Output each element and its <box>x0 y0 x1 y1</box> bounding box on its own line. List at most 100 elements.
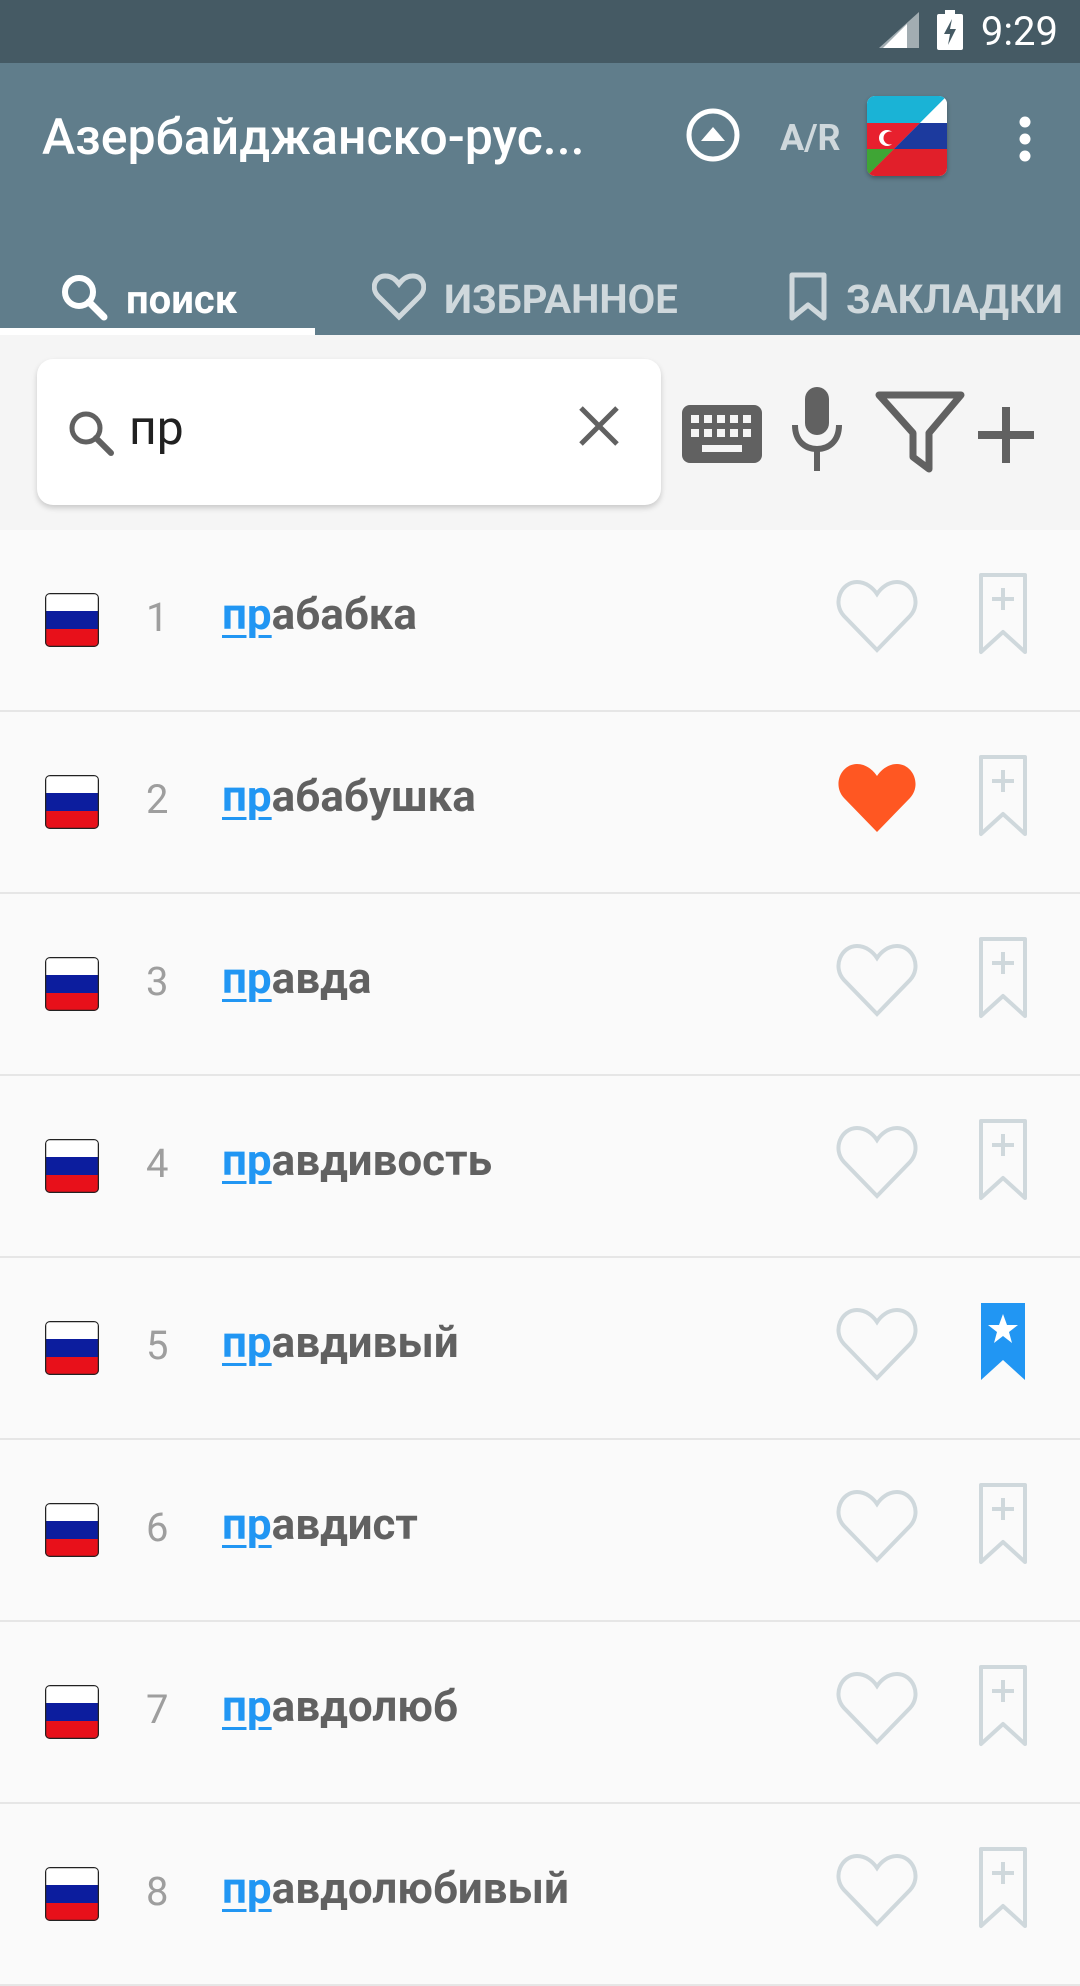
item-number: 8 <box>146 1868 169 1915</box>
favorite-button[interactable] <box>835 576 919 660</box>
bookmark-add-icon <box>979 755 1027 836</box>
list-item[interactable]: 8 правдолюбивый <box>0 1804 1080 1986</box>
search-icon <box>60 273 108 325</box>
more-vertical-icon <box>1019 116 1031 166</box>
heart-outline-icon <box>836 943 918 1017</box>
word-remainder: авдист <box>271 1498 418 1550</box>
item-number: 4 <box>146 1140 169 1187</box>
match-highlight: пр <box>222 952 272 1004</box>
favorite-button[interactable] <box>835 940 919 1024</box>
russian-flag-icon <box>45 1139 99 1193</box>
list-item[interactable]: 6 правдист <box>0 1440 1080 1622</box>
battery-charging-icon <box>936 9 963 54</box>
russian-flag-icon <box>45 593 99 647</box>
russian-flag-icon <box>45 775 99 829</box>
list-item[interactable]: 5 правдивый <box>0 1258 1080 1440</box>
russian-flag-icon <box>45 957 99 1011</box>
bookmark-button[interactable] <box>978 1664 1028 1752</box>
item-word: правдивость <box>222 1134 492 1186</box>
heart-outline-icon <box>836 1853 918 1927</box>
list-item[interactable]: 4 правдивость <box>0 1076 1080 1258</box>
bookmark-button[interactable] <box>978 1300 1028 1388</box>
word-remainder: абабушка <box>271 770 476 822</box>
bookmark-add-icon <box>979 1483 1027 1564</box>
bookmark-add-icon <box>979 1665 1027 1746</box>
tab-favorites[interactable]: ИЗБРАННОЕ <box>371 263 678 335</box>
favorite-button[interactable] <box>835 758 919 842</box>
word-remainder: авдолюбивый <box>271 1862 569 1914</box>
list-item[interactable]: 7 правдолюб <box>0 1622 1080 1804</box>
keyboard-icon[interactable] <box>682 405 762 467</box>
app-bar: Азербайджанско-рус... A/R поиск ИЗБРАННО… <box>0 63 1080 335</box>
favorite-button[interactable] <box>835 1122 919 1206</box>
list-item[interactable]: 1 прабабка <box>0 530 1080 712</box>
language-flag-button[interactable] <box>867 96 947 176</box>
app-title: Азербайджанско-рус... <box>42 109 585 167</box>
list-item[interactable]: 2 прабабушка <box>0 712 1080 894</box>
overflow-menu-button[interactable] <box>1005 111 1045 171</box>
bookmark-button[interactable] <box>978 1846 1028 1934</box>
item-word: правдист <box>222 1498 418 1550</box>
heart-outline-icon <box>836 1125 918 1199</box>
bookmark-button[interactable] <box>978 1118 1028 1206</box>
favorite-button[interactable] <box>835 1850 919 1934</box>
add-icon[interactable] <box>978 407 1034 467</box>
favorite-button[interactable] <box>835 1486 919 1570</box>
clear-search-icon[interactable] <box>577 404 621 452</box>
bookmark-button[interactable] <box>978 754 1028 842</box>
favorite-button[interactable] <box>835 1668 919 1752</box>
item-number: 7 <box>146 1686 169 1733</box>
search-icon <box>67 409 115 461</box>
favorite-button[interactable] <box>835 1304 919 1388</box>
item-number: 3 <box>146 958 169 1005</box>
item-word: правдолюбивый <box>222 1862 569 1914</box>
tab-search[interactable]: поиск <box>60 263 237 335</box>
bookmark-button[interactable] <box>978 572 1028 660</box>
word-remainder: авда <box>271 952 372 1004</box>
bookmark-button[interactable] <box>978 936 1028 1024</box>
status-time: 9:29 <box>980 8 1058 55</box>
item-word: правдивый <box>222 1316 459 1368</box>
word-remainder: авдивый <box>271 1316 459 1368</box>
heart-outline-icon <box>371 273 427 325</box>
tab-search-label: поиск <box>126 275 238 323</box>
bookmark-add-icon <box>979 1119 1027 1200</box>
collapse-button[interactable] <box>683 107 743 167</box>
match-highlight: пр <box>222 1498 272 1550</box>
microphone-icon[interactable] <box>787 387 847 477</box>
search-row: пр <box>0 335 1080 535</box>
item-number: 5 <box>146 1322 169 1369</box>
russian-flag-icon <box>45 1503 99 1557</box>
match-highlight: пр <box>222 588 272 640</box>
heart-outline-icon <box>836 1489 918 1563</box>
direction-toggle[interactable]: A/R <box>780 117 841 159</box>
item-word: прабабка <box>222 588 417 640</box>
russian-flag-icon <box>45 1685 99 1739</box>
tab-bookmarks[interactable]: ЗАКЛАДКИ <box>788 263 1063 335</box>
tab-bar: поиск ИЗБРАННОЕ ЗАКЛАДКИ <box>0 263 1080 335</box>
match-highlight: пр <box>222 770 272 822</box>
item-number: 2 <box>146 776 169 823</box>
heart-outline-icon <box>836 1307 918 1381</box>
bookmark-add-icon <box>979 1847 1027 1928</box>
bookmark-add-icon <box>979 937 1027 1018</box>
match-highlight: пр <box>222 1680 272 1732</box>
heart-filled-icon <box>838 764 916 832</box>
results-list: 1 прабабка 2 прабабушка 3 правда 4 правд… <box>0 530 1080 1986</box>
bookmark-button[interactable] <box>978 1482 1028 1570</box>
bookmark-star-icon <box>981 1303 1025 1380</box>
active-tab-indicator <box>0 328 315 335</box>
list-item[interactable]: 3 правда <box>0 894 1080 1076</box>
item-word: правда <box>222 952 371 1004</box>
item-number: 1 <box>146 594 169 641</box>
heart-outline-icon <box>836 579 918 653</box>
search-input[interactable]: пр <box>129 399 184 456</box>
item-number: 6 <box>146 1504 169 1551</box>
tab-favorites-label: ИЗБРАННОЕ <box>444 275 678 323</box>
bookmark-add-icon <box>979 573 1027 654</box>
filter-icon[interactable] <box>875 391 965 477</box>
search-field[interactable]: пр <box>37 359 661 505</box>
status-bar: 9:29 <box>0 0 1080 63</box>
match-highlight: пр <box>222 1862 272 1914</box>
item-word: прабабушка <box>222 770 476 822</box>
